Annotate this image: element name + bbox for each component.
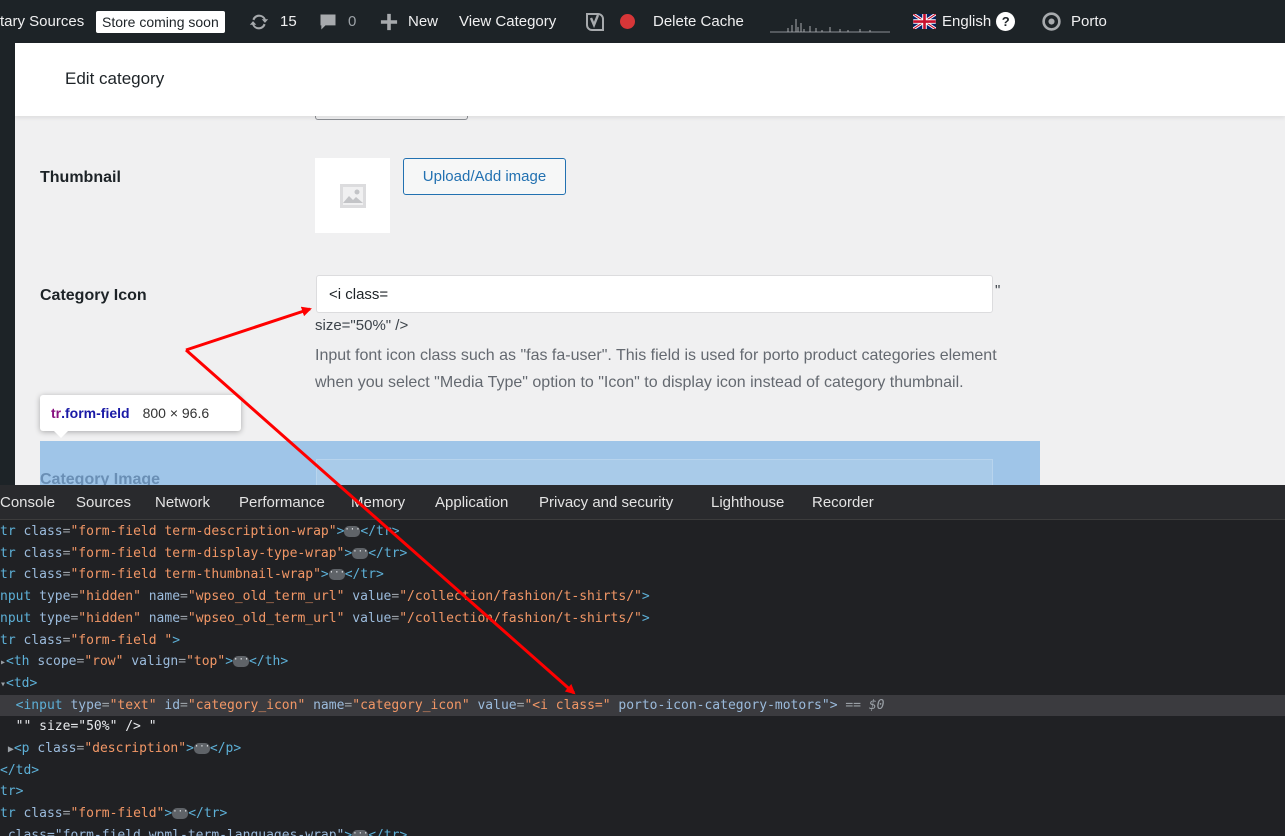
language-switcher[interactable]: English ? [913,0,1016,43]
dom-node-line[interactable]: tr class="form-field">···</tr> [0,803,1285,825]
seo-status-dot [620,14,635,29]
help-icon[interactable]: ? [996,12,1016,31]
porto-logo-icon [1042,12,1061,31]
language-label: English [942,13,992,30]
view-category-label: View Category [459,13,557,30]
stray-quote-text: " [995,282,1001,299]
tooltip-pointer [54,431,68,438]
dom-node-line[interactable]: nput type="hidden" name="wpseo_old_term_… [0,586,1285,608]
uk-flag-icon [913,14,936,29]
view-category-link[interactable]: View Category [459,0,556,43]
dom-node-line[interactable]: class="form-field wpml-term-languages-wr… [0,825,1285,836]
admin-bar: tary Sources Store coming soon 15 0 New … [0,0,1285,43]
image-placeholder-icon [339,183,366,208]
store-coming-soon-badge[interactable]: Store coming soon [96,0,225,43]
dom-node-line[interactable]: tr class="form-field term-display-type-w… [0,543,1285,565]
dom-node-line[interactable]: ▶<p class="description">···</p> [0,738,1285,760]
delete-cache-label: Delete Cache [653,13,744,30]
collapsed-ellipsis-icon[interactable]: ··· [344,526,361,537]
traffic-sparkline[interactable] [770,0,890,43]
plus-icon [380,13,398,30]
stray-size-text: size="50%" /> [315,317,409,334]
thumbnail-preview [315,158,390,233]
updates-menu[interactable]: 15 [248,0,297,43]
sources-menu[interactable]: tary Sources [0,0,84,43]
yoast-icon [586,12,604,31]
store-badge-label: Store coming soon [96,10,225,33]
comments-count: 0 [348,13,357,30]
dom-node-line[interactable]: tr class="form-field term-description-wr… [0,521,1285,543]
collapsed-ellipsis-icon[interactable]: ··· [328,569,345,581]
category-image-label: Category Image [40,471,161,485]
selected-dom-node-line[interactable]: <input type="text" id="category_icon" na… [0,694,1285,717]
dom-node-line[interactable]: tr class="form-field "> [0,630,1285,652]
dom-text-node-line[interactable]: "" size="50%" /> " [0,716,1285,738]
collapsed-ellipsis-icon[interactable]: ··· [193,743,210,754]
new-label: New [408,13,439,30]
theme-menu[interactable]: Porto [1041,0,1107,43]
tooltip-dimensions: 800 × 96.6 [142,405,210,421]
tab-sources[interactable]: Sources [76,485,131,520]
yoast-seo-menu[interactable] [584,0,635,43]
tab-lighthouse[interactable]: Lighthouse [711,485,784,520]
theme-label: Porto [1071,13,1107,30]
tab-performance[interactable]: Performance [239,485,325,520]
tooltip-class: .form-field [61,405,130,421]
category-image-input[interactable] [316,459,993,485]
comments-menu[interactable]: 0 [318,0,356,43]
dom-node-line[interactable]: ▾<td> [0,673,1285,695]
tab-memory[interactable]: Memory [351,485,405,520]
updates-count: 15 [280,13,297,30]
tab-console[interactable]: Console [0,485,55,520]
dom-node-line[interactable]: tr class="form-field term-thumbnail-wrap… [0,564,1285,586]
tab-recorder[interactable]: Recorder [812,485,874,520]
tab-application[interactable]: Application [435,485,508,520]
sparkline-icon [770,18,890,32]
previous-field-button[interactable] [315,116,468,120]
admin-sidebar [0,43,15,485]
new-menu[interactable]: New [380,0,438,43]
collapsed-ellipsis-icon[interactable]: ··· [233,656,249,668]
tooltip-tag: tr [51,405,62,421]
collapsed-ellipsis-icon[interactable]: ··· [172,808,188,820]
tab-network[interactable]: Network [155,485,210,520]
refresh-icon [249,14,269,29]
element-inspector-tooltip: tr .form-field 800 × 96.6 [40,395,241,438]
category-icon-label: Category Icon [40,287,147,304]
category-icon-description: Input font icon class such as "fas fa-us… [315,347,997,391]
page-header: Edit category [15,43,1285,116]
dom-node-line[interactable]: ▸<th scope="row" valign="top">···</th> [0,651,1285,673]
dom-node-line[interactable]: </td> [0,760,1285,782]
delete-cache-button[interactable]: Delete Cache [653,0,744,43]
upload-image-button[interactable]: Upload/Add image [403,158,566,195]
comment-icon [320,14,336,29]
devtools-tab-bar: Console Sources Network Performance Memo… [0,485,1285,520]
thumbnail-label: Thumbnail [40,169,121,186]
page-title: Edit category [65,69,165,88]
category-icon-input[interactable] [316,275,993,313]
collapsed-ellipsis-icon[interactable]: ··· [352,829,368,836]
devtools-panel: Console Sources Network Performance Memo… [0,485,1285,836]
tab-privacy-security[interactable]: Privacy and security [539,485,673,520]
dom-node-line[interactable]: tr> [0,781,1285,803]
sources-label: tary Sources [0,13,85,30]
collapsed-ellipsis-icon[interactable]: ··· [352,547,368,559]
dom-node-line[interactable]: nput type="hidden" name="wpseo_old_term_… [0,608,1285,630]
